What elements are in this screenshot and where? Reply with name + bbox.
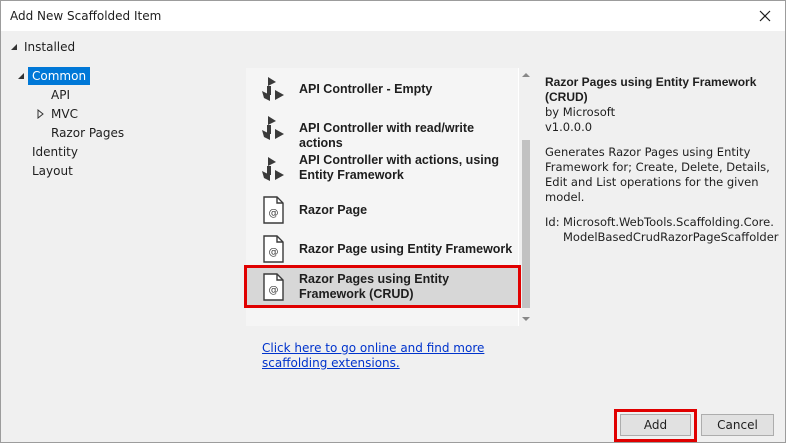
svg-text:@: @ — [269, 247, 279, 258]
razor-page-icon: @ — [263, 273, 284, 301]
cancel-button[interactable]: Cancel — [701, 414, 774, 436]
list-item-label: API Controller - Empty — [299, 82, 433, 96]
scroll-up-button[interactable] — [519, 68, 533, 82]
scroll-down-button[interactable] — [519, 312, 533, 326]
details-id-label: Id: — [545, 215, 560, 229]
details-id-value: Microsoft.WebTools.Scaffolding.Core.Mode… — [563, 215, 779, 244]
list-item-label: API Controller with actions, using Entit… — [299, 153, 500, 182]
chevron-up-icon — [522, 73, 530, 77]
details-description: Generates Razor Pages using Entity Frame… — [545, 145, 770, 204]
list-item[interactable]: @ Razor Page — [246, 191, 518, 229]
api-controller-icon — [262, 116, 284, 140]
tree-item-api[interactable]: API — [51, 86, 70, 104]
list-item[interactable]: @ Razor Page using Entity Framework — [246, 230, 518, 268]
details-id-row: Id: Microsoft.WebTools.Scaffolding.Core.… — [545, 215, 781, 245]
tree-item-mvc[interactable]: MVC — [51, 105, 78, 123]
close-button[interactable] — [751, 3, 779, 29]
details-panel: Razor Pages using Entity Framework (CRUD… — [545, 75, 781, 245]
list-item-label: API Controller with read/write actions — [299, 121, 475, 150]
tree-item-razor-pages[interactable]: Razor Pages — [51, 124, 124, 142]
list-item[interactable]: API Controller with read/write actions — [246, 109, 518, 150]
chevron-down-icon — [522, 317, 530, 321]
details-title: Razor Pages using Entity Framework (CRUD… — [545, 75, 757, 104]
razor-page-icon: @ — [263, 196, 284, 224]
list-item-label: Razor Page — [299, 203, 368, 217]
expanded-triangle-icon — [18, 73, 24, 79]
svg-text:@: @ — [269, 208, 279, 219]
list-item-label: Razor Page using Entity Framework — [299, 242, 513, 256]
installed-node[interactable]: Installed — [9, 39, 75, 55]
svg-text:@: @ — [269, 285, 279, 296]
expanded-triangle-icon — [11, 44, 17, 50]
close-icon — [759, 10, 771, 22]
add-button[interactable]: Add — [620, 414, 691, 436]
list-item[interactable]: API Controller with actions, using Entit… — [246, 148, 518, 190]
list-scrollbar[interactable] — [519, 68, 533, 326]
title-bar: Add New Scaffolded Item — [1, 1, 785, 31]
tree-item-identity[interactable]: Identity — [32, 143, 78, 161]
scroll-thumb[interactable] — [522, 140, 530, 308]
list-item-selected[interactable]: @ Razor Pages using Entity Framework (CR… — [246, 267, 518, 307]
api-controller-icon — [262, 77, 284, 101]
details-version: v1.0.0.0 — [545, 120, 593, 134]
list-item[interactable]: API Controller - Empty — [246, 70, 518, 108]
template-list: API Controller - Empty API Controller wi… — [246, 68, 533, 326]
template-list-body: API Controller - Empty API Controller wi… — [246, 68, 518, 326]
online-extensions-link[interactable]: Click here to go online and find more sc… — [262, 341, 532, 371]
razor-page-icon: @ — [263, 235, 284, 263]
window-title: Add New Scaffolded Item — [10, 9, 162, 23]
dialog-window: Add New Scaffolded Item Installed Common… — [0, 0, 786, 443]
details-author: by Microsoft — [545, 105, 616, 119]
api-controller-icon — [262, 157, 284, 181]
list-item-label: Razor Pages using Entity Framework (CRUD… — [299, 272, 450, 301]
collapsed-triangle-icon[interactable] — [35, 109, 45, 119]
tree-item-common[interactable]: Common — [28, 67, 91, 85]
tree-item-layout[interactable]: Layout — [32, 162, 73, 180]
installed-label: Installed — [24, 40, 76, 54]
